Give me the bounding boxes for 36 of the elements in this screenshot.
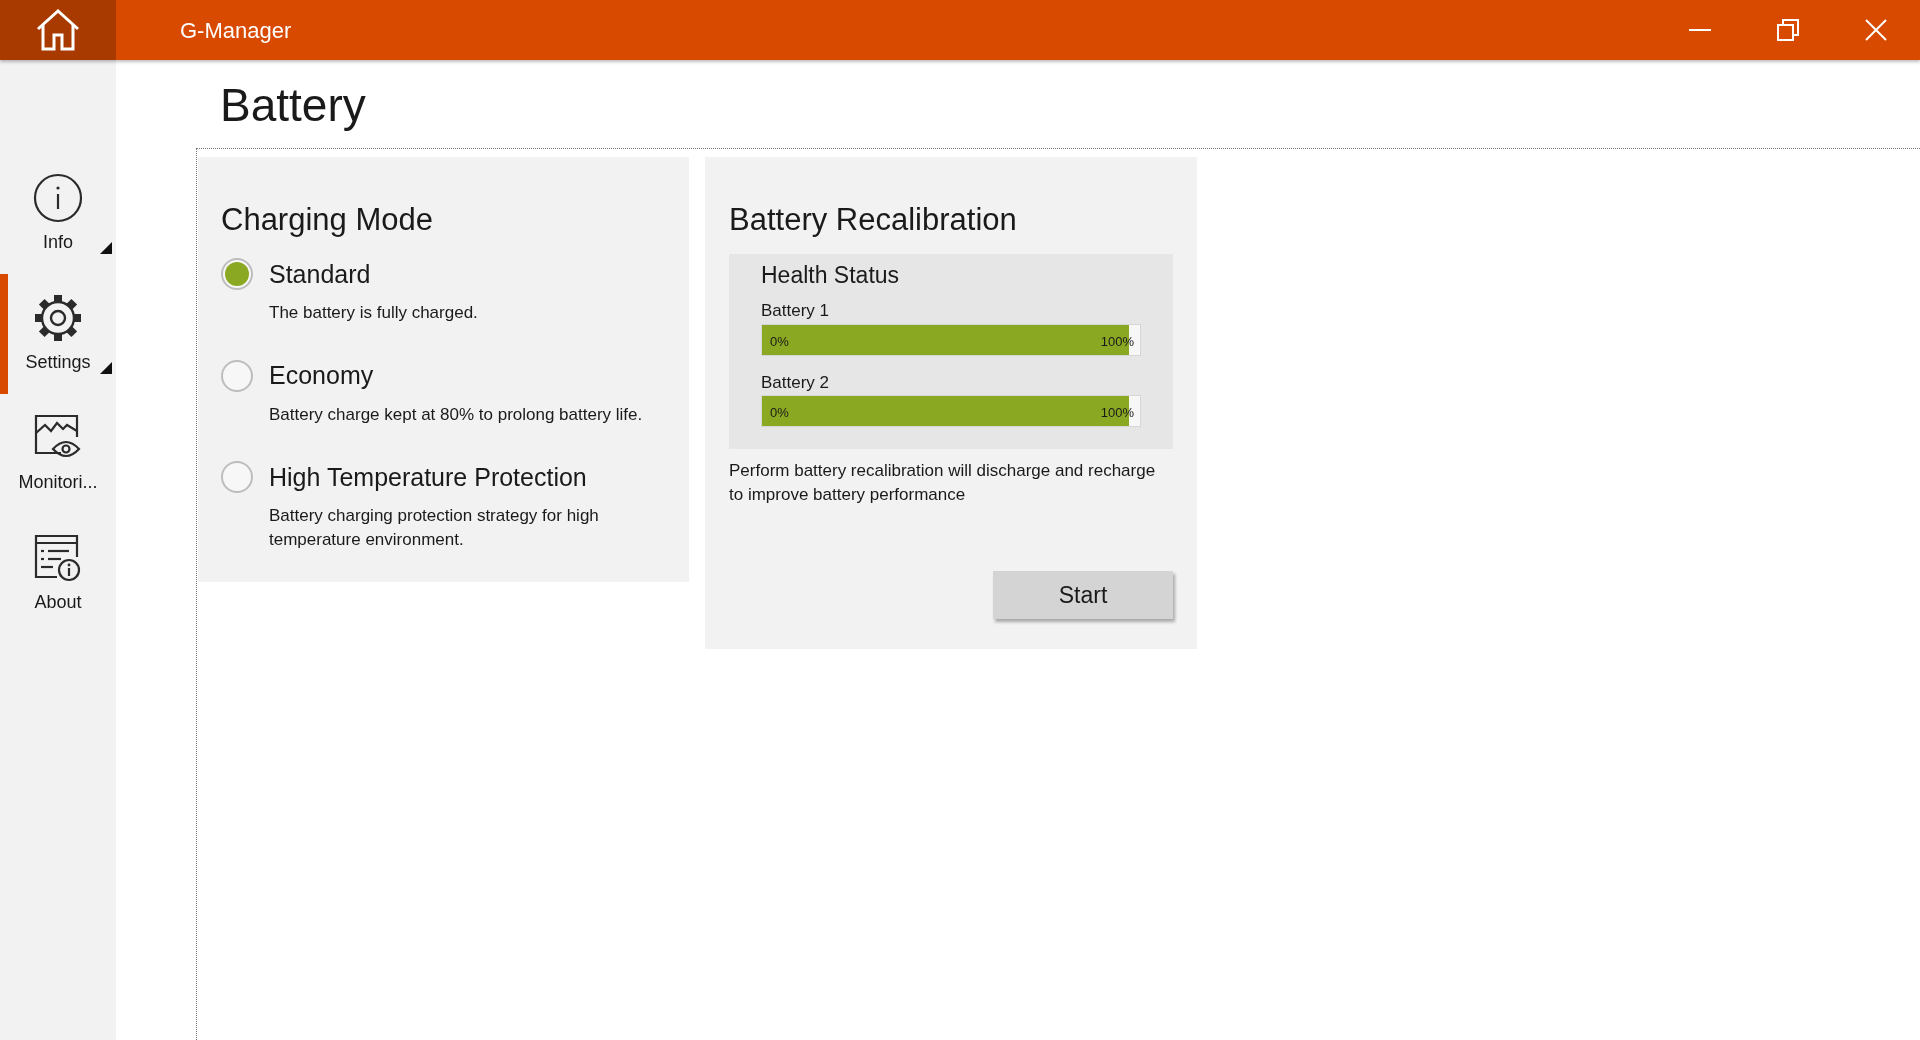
sidebar-label: Info — [43, 230, 73, 254]
radio-button[interactable] — [221, 258, 253, 291]
option-description: Battery charging protection strategy for high temperature environment. — [269, 505, 600, 551]
info-icon — [33, 172, 83, 223]
recalibration-description: Perform battery recalibration will discharge and recharge to improve battery performance — [729, 460, 1157, 506]
progress-min-label: 0% — [770, 404, 789, 422]
sidebar-item[interactable]: Settings — [0, 274, 116, 394]
start-button[interactable]: Start — [993, 571, 1173, 619]
panel-title: Battery Recalibration — [729, 201, 1018, 239]
minimize-icon — [1689, 29, 1711, 31]
home-icon — [35, 7, 81, 53]
option-description: Battery charge kept at 80% to prolong battery life. — [269, 403, 644, 426]
page-title: Battery — [220, 78, 367, 133]
radio-option[interactable]: Standard — [221, 255, 666, 293]
battery-label: Battery 2 — [761, 371, 831, 394]
close-icon — [1865, 19, 1887, 41]
sidebar-item[interactable]: About — [0, 514, 116, 634]
home-button[interactable] — [0, 0, 116, 60]
battery-label: Battery 1 — [761, 300, 831, 322]
radio-option[interactable]: Economy — [221, 357, 666, 395]
settings-icon — [33, 292, 83, 343]
restore-icon — [1777, 19, 1799, 41]
panel-title: Charging Mode — [221, 201, 434, 239]
sidebar-item[interactable]: Monitori... — [0, 394, 116, 514]
progress-min-label: 0% — [770, 332, 789, 351]
document-info-icon — [33, 532, 83, 583]
option-description: The battery is fully charged. — [269, 302, 479, 324]
sidebar-item[interactable]: Info — [0, 154, 116, 274]
sidebar-label: Monitori... — [18, 470, 98, 494]
radio-button[interactable] — [221, 359, 253, 392]
sidebar-label: About — [34, 590, 82, 614]
window-title: G-Manager — [180, 16, 292, 45]
sidebar-label: Settings — [25, 350, 91, 374]
radio-option[interactable]: High Temperature Protection — [221, 458, 666, 496]
health-status-title: Health Status — [761, 260, 901, 290]
radio-button[interactable] — [221, 461, 253, 494]
